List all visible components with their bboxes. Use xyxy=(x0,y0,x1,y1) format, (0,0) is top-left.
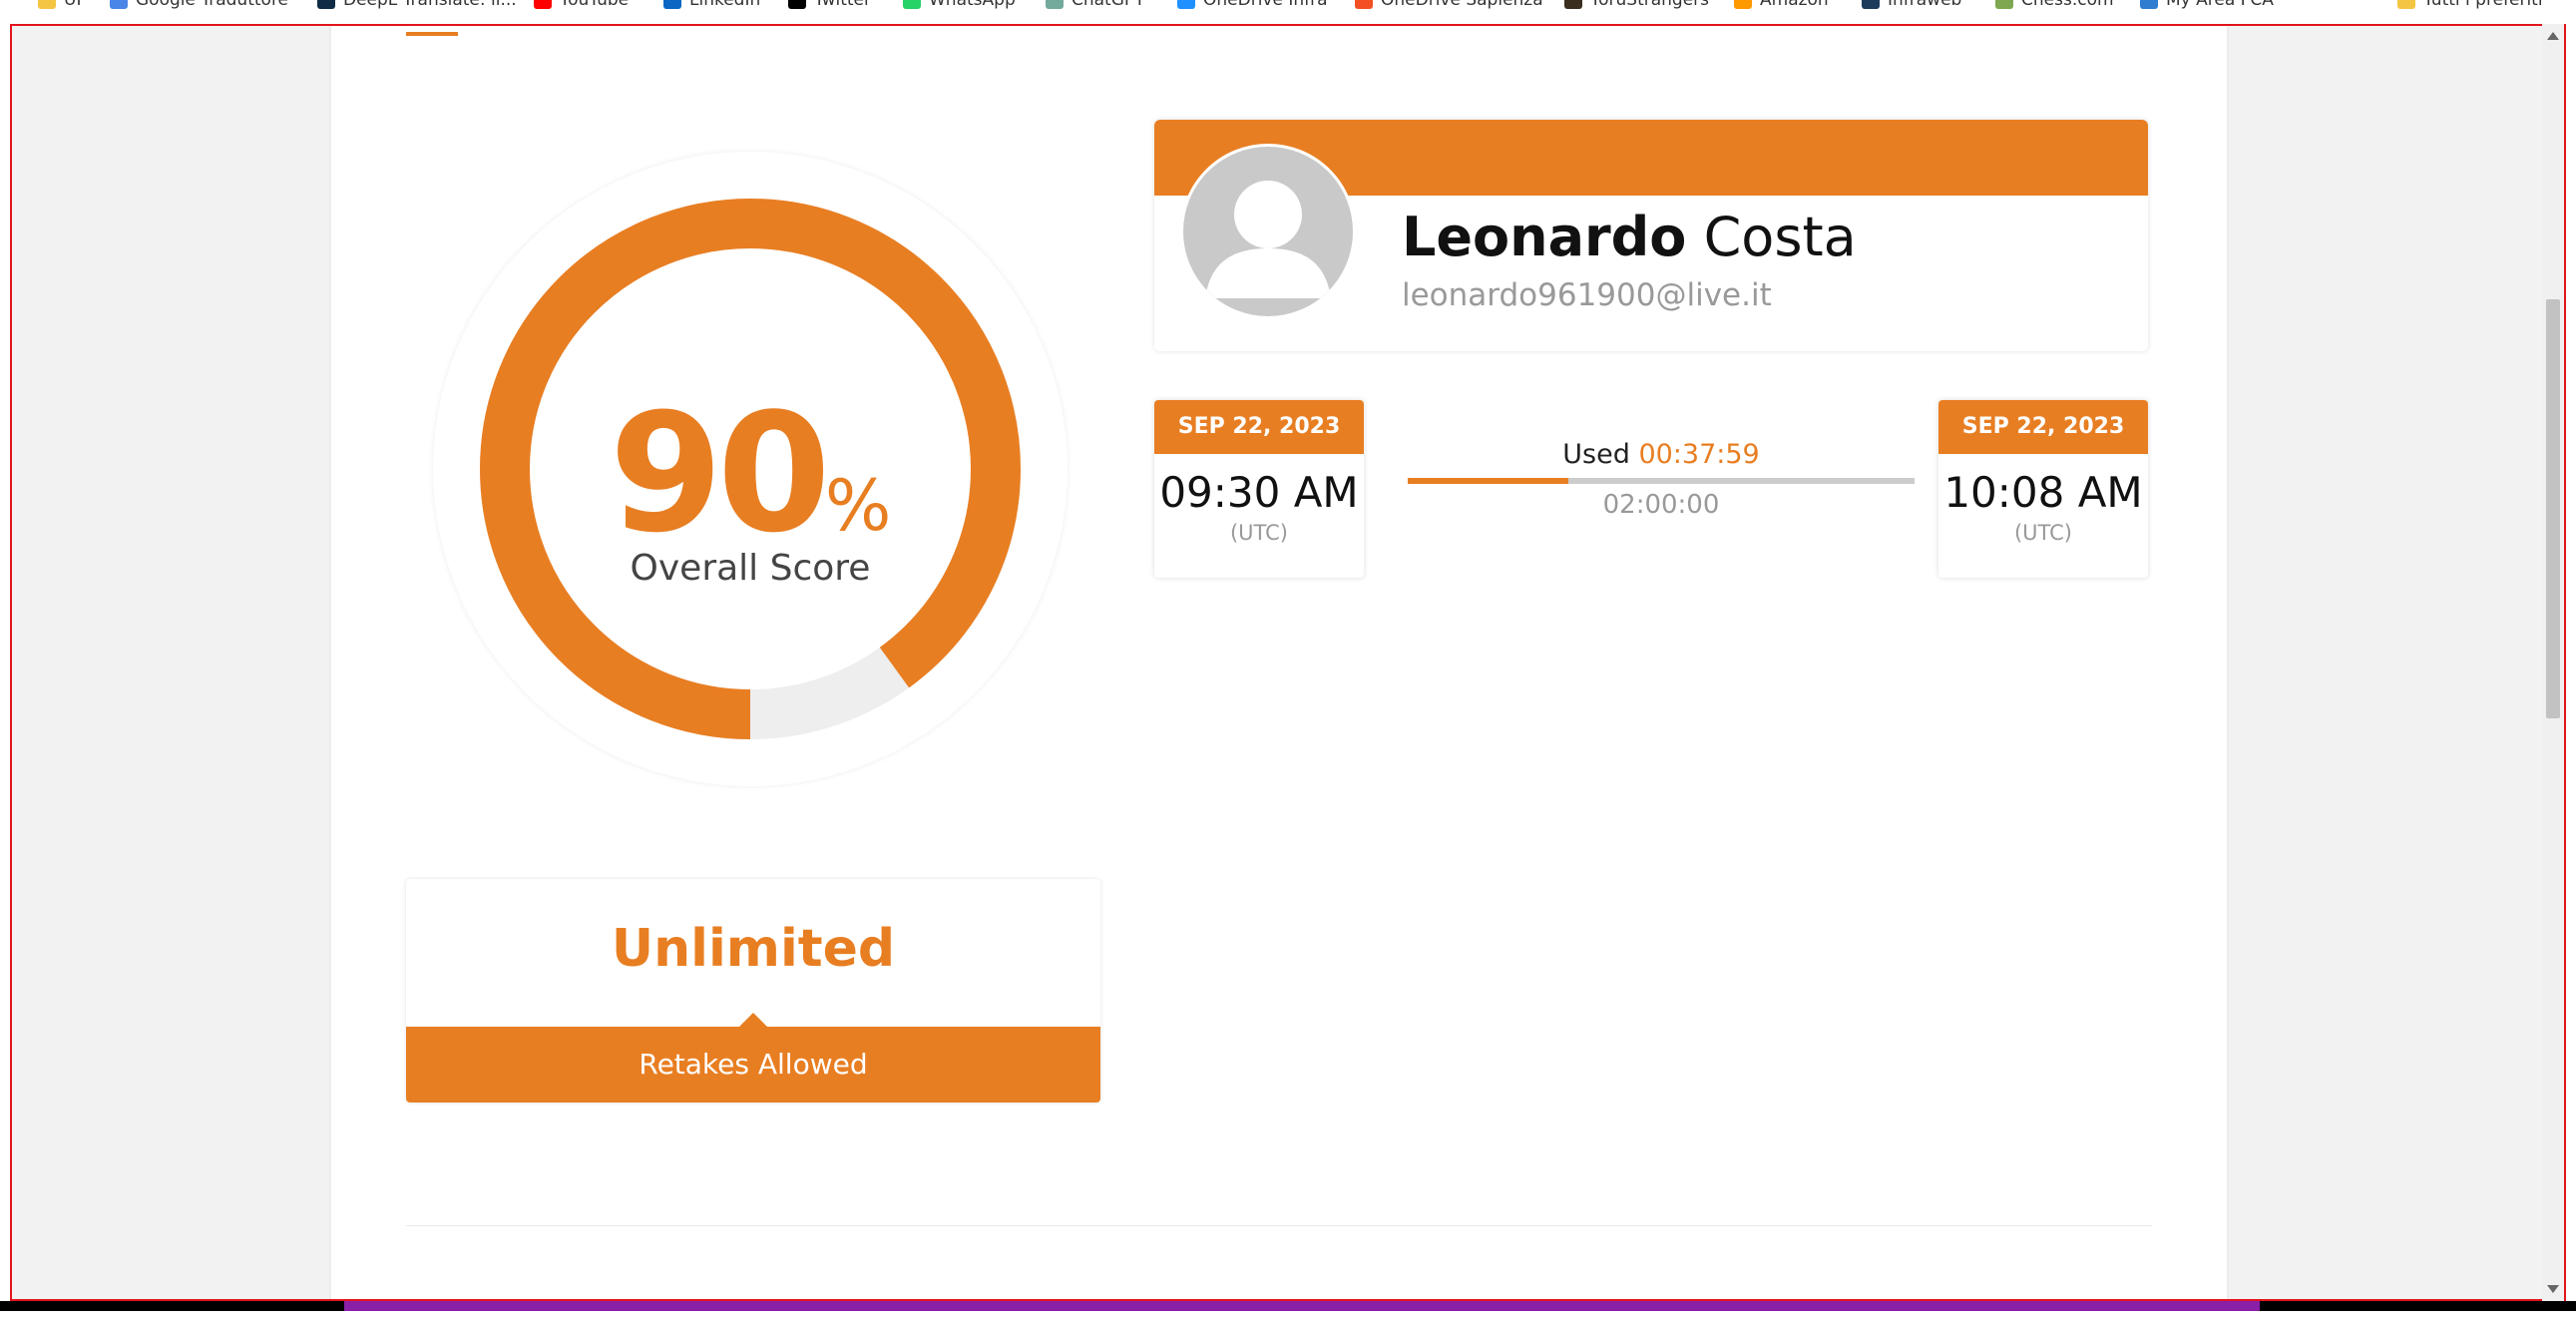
taskbar-edge xyxy=(0,1301,2576,1311)
bookmark-item[interactable]: LinkedIn xyxy=(663,0,760,10)
bookmark-label: Amazon xyxy=(1760,0,1829,10)
linkedin-icon xyxy=(663,0,681,9)
profile-card: Leonardo Costa leonardo961900@live.it xyxy=(1154,120,2148,351)
page-scrollbar[interactable] xyxy=(2542,24,2564,1301)
page-viewport: 90% Overall Score Unlimited Retakes Allo… xyxy=(10,24,2566,1301)
score-donut: 90% Overall Score xyxy=(433,152,1068,786)
scroll-up-arrow-icon[interactable] xyxy=(2547,32,2559,40)
translate-icon xyxy=(110,0,128,9)
bookmarks-bar: UP Google Traduttore DeepL Translate: il..… xyxy=(0,0,2576,24)
score-percent-sign: % xyxy=(824,465,892,547)
bookmark-item[interactable]: DeepL Translate: il... xyxy=(317,0,517,10)
scroll-thumb[interactable] xyxy=(2546,299,2560,718)
used-time-line: Used 00:37:59 xyxy=(1408,439,1915,470)
time-progress-fill xyxy=(1408,478,1568,484)
retakes-label: Retakes Allowed xyxy=(406,1027,1100,1103)
bookmark-item[interactable]: Infraweb xyxy=(1862,0,1961,10)
used-label: Used xyxy=(1562,439,1630,470)
bookmark-item[interactable]: Amazon xyxy=(1734,0,1829,10)
bookmark-item[interactable]: OneDrive Sapienza xyxy=(1355,0,1543,10)
bookmark-item[interactable]: WhatsApp xyxy=(903,0,1016,10)
start-timezone: (UTC) xyxy=(1229,521,1289,545)
user-email: leonardo961900@live.it xyxy=(1402,277,1772,313)
user-last-name: Costa xyxy=(1703,206,1857,268)
microsoft-icon xyxy=(1355,0,1373,9)
active-tab-indicator xyxy=(406,32,458,36)
bookmark-label: YoruStrangers xyxy=(1590,0,1710,10)
folder-icon xyxy=(38,0,56,9)
whatsapp-icon xyxy=(903,0,921,9)
used-value: 00:37:59 xyxy=(1638,439,1760,470)
bookmark-label: Infraweb xyxy=(1888,0,1962,10)
end-time: 10:08 AM xyxy=(1943,468,2143,517)
bottom-fill xyxy=(0,1311,2576,1324)
start-date: SEP 22, 2023 xyxy=(1154,400,1364,454)
bookmark-label: OneDrive Infra xyxy=(1203,0,1328,10)
bookmark-label: ChatGPT xyxy=(1072,0,1145,10)
bookmark-icon xyxy=(1564,0,1582,9)
bookmark-label: YouTube xyxy=(560,0,630,10)
scroll-down-arrow-icon[interactable] xyxy=(2547,1285,2559,1293)
youtube-icon xyxy=(534,0,552,9)
bookmark-item[interactable]: ChatGPT xyxy=(1046,0,1145,10)
bookmark-item[interactable]: Chess.com xyxy=(1995,0,2114,10)
deepl-icon xyxy=(317,0,335,9)
bookmark-item[interactable]: OneDrive Infra xyxy=(1177,0,1328,10)
bookmark-item[interactable]: Google Traduttore xyxy=(110,0,288,10)
start-time-card: SEP 22, 2023 09:30 AM (UTC) xyxy=(1154,400,1364,578)
end-date: SEP 22, 2023 xyxy=(1938,400,2148,454)
folder-icon xyxy=(2397,0,2415,9)
section-divider xyxy=(406,1225,2152,1226)
score-value: 90 xyxy=(609,378,831,569)
amazon-icon xyxy=(1734,0,1752,9)
bookmark-label: Twitter xyxy=(814,0,871,10)
bookmark-label: DeepL Translate: il... xyxy=(343,0,517,10)
chess-icon xyxy=(1995,0,2013,9)
bookmark-item[interactable]: UP xyxy=(38,0,87,10)
bookmark-label: Tutti i preferiti xyxy=(2423,0,2543,10)
taskbar-accent xyxy=(344,1301,2260,1311)
bookmark-item[interactable]: YouTube xyxy=(534,0,629,10)
user-first-name: Leonardo xyxy=(1402,206,1687,268)
user-name: Leonardo Costa xyxy=(1402,206,1857,268)
bookmark-item[interactable]: Twitter xyxy=(788,0,871,10)
infraweb-icon xyxy=(1862,0,1880,9)
avatar xyxy=(1180,144,1356,319)
end-timezone: (UTC) xyxy=(2013,521,2073,545)
start-time: 09:30 AM xyxy=(1159,468,1359,517)
x-icon xyxy=(788,0,806,9)
retakes-value: Unlimited xyxy=(611,919,896,979)
retakes-pointer xyxy=(738,1013,768,1028)
score-label: Overall Score xyxy=(630,548,871,589)
onedrive-icon xyxy=(1177,0,1195,9)
score-value-group: 90% xyxy=(433,392,1068,556)
bookmark-label: Chess.com xyxy=(2021,0,2114,10)
bookmark-label: WhatsApp xyxy=(929,0,1016,10)
bookmark-label: My Area FCA xyxy=(2166,0,2274,10)
user-silhouette-icon xyxy=(1205,181,1331,298)
time-progress-bar xyxy=(1408,478,1915,484)
chatgpt-icon xyxy=(1046,0,1064,9)
bookmark-label: UP xyxy=(64,0,87,10)
bookmark-item[interactable]: Tutti i preferiti xyxy=(2397,0,2543,10)
bookmark-label: Google Traduttore xyxy=(136,0,289,10)
results-card: 90% Overall Score Unlimited Retakes Allo… xyxy=(331,26,2227,1299)
bookmark-item[interactable]: My Area FCA xyxy=(2140,0,2274,10)
fca-icon xyxy=(2140,0,2158,9)
retakes-box: Unlimited Retakes Allowed xyxy=(406,879,1100,1103)
bookmark-item[interactable]: YoruStrangers xyxy=(1564,0,1709,10)
bookmark-label: OneDrive Sapienza xyxy=(1381,0,1543,10)
end-time-card: SEP 22, 2023 10:08 AM (UTC) xyxy=(1938,400,2148,578)
bookmark-label: LinkedIn xyxy=(689,0,761,10)
total-duration: 02:00:00 xyxy=(1602,490,1720,520)
